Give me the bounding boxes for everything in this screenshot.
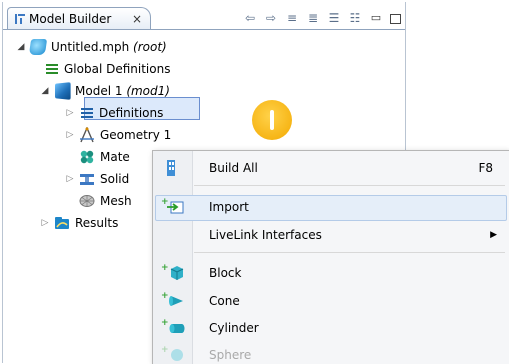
menu-separator [194,252,505,253]
menu-item-sphere[interactable]: + Sphere [153,342,509,364]
tree-node-global-definitions[interactable]: Global Definitions [40,58,170,80]
menu-item-label: Sphere [209,348,252,362]
menu-item-cone[interactable]: + Cone [153,288,509,314]
tree-node-results[interactable]: ▷ Results [40,212,119,234]
menu-separator [194,185,505,186]
context-menu: Build All F8 + Import LiveLink Interface… [152,150,509,364]
expand-triangle-icon[interactable]: ▷ [65,174,75,184]
menu-item-label: Build All [209,161,258,175]
close-icon[interactable]: × [132,12,142,26]
tree-node-materials[interactable]: Mate [75,146,130,168]
tree-label: Model 1 (mod1) [75,84,170,98]
geometry-icon [79,127,95,143]
panel-toolbar: ⇦ ⇨ ≡ ≣ ☰ ☷ ▭ [243,11,401,25]
menu-item-cylinder[interactable]: + Cylinder [153,315,509,341]
cylinder-icon: + [161,318,185,336]
menu-item-label: Cylinder [209,321,259,335]
menu-item-block[interactable]: + Block [153,260,509,286]
expand-triangle-icon[interactable]: ▷ [65,130,75,140]
block-icon: + [161,263,185,281]
collapse-all-icon[interactable]: ☷ [348,11,362,25]
results-icon [54,215,70,231]
filter-icon[interactable]: ≣ [306,11,320,25]
menu-item-shortcut: F8 [478,161,493,175]
global-definitions-icon [46,63,58,75]
tree-node-model[interactable]: ◢ Model 1 (mod1) [40,80,170,102]
tree-label: Mate [100,150,130,164]
definitions-icon [81,107,93,119]
tree-node-definitions[interactable]: ▷ Definitions [65,102,164,124]
tree-label: Geometry 1 [100,128,172,142]
expand-triangle-icon[interactable]: ▷ [40,218,50,228]
mesh-icon [79,193,95,209]
menu-item-import[interactable]: + Import [153,194,509,220]
menu-item-label: Cone [209,294,240,308]
tree-label: Solid [100,172,130,186]
expand-all-icon[interactable]: ☰ [327,11,341,25]
tree-label: Definitions [99,106,164,120]
tree-node-mesh[interactable]: Mesh [75,190,132,212]
panel-title: Model Builder [29,12,112,26]
collapse-triangle-icon[interactable]: ◢ [40,86,50,96]
minimize-icon[interactable]: ▭ [369,11,383,25]
mph-file-icon [28,39,48,55]
tree-node-solid-mechanics[interactable]: ▷ Solid [65,168,130,190]
model-builder-icon [14,13,26,25]
collapse-triangle-icon[interactable]: ◢ [16,42,26,52]
tree-label: Mesh [100,194,132,208]
tree-node-root[interactable]: ◢ Untitled.mph (root) [16,36,167,58]
tree-node-geometry[interactable]: ▷ Geometry 1 [65,124,171,146]
tree-label: Results [75,216,119,230]
menu-item-label: LiveLink Interfaces [209,228,322,242]
info-hint-icon [252,100,292,140]
build-all-icon [161,160,185,176]
import-icon: + [161,197,185,215]
menu-item-build-all[interactable]: Build All F8 [153,155,509,181]
model-builder-tab[interactable]: Model Builder × [7,7,151,30]
sphere-icon: + [161,345,185,363]
menu-item-label: Import [209,200,249,214]
tree-label: Global Definitions [64,62,171,76]
back-arrow-icon[interactable]: ⇦ [243,11,257,25]
expand-triangle-icon[interactable]: ▷ [65,108,75,118]
menu-item-label: Block [209,266,242,280]
solid-mechanics-icon [79,171,95,187]
submenu-arrow-icon: ▶ [490,230,497,240]
cone-icon: + [161,291,185,309]
maximize-icon[interactable] [390,14,401,24]
materials-icon [79,149,95,165]
menu-item-livelink-interfaces[interactable]: LiveLink Interfaces ▶ [153,222,509,248]
tab-divider [3,29,405,30]
show-options-icon[interactable]: ≡ [285,11,299,25]
model-icon [54,82,71,100]
tree-label: Untitled.mph (root) [51,40,167,54]
forward-arrow-icon[interactable]: ⇨ [264,11,278,25]
